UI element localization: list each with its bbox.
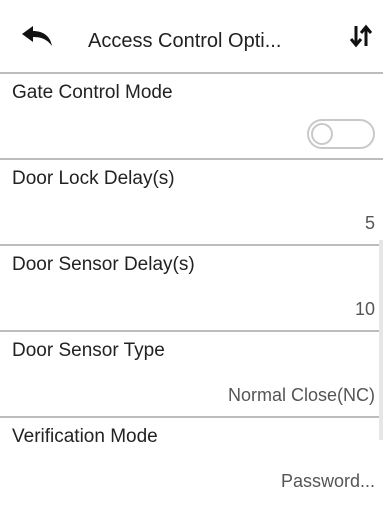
setting-label: Door Sensor Type	[12, 340, 165, 361]
toggle-knob	[311, 123, 333, 145]
page-title: Access Control Opti...	[88, 30, 282, 52]
setting-gate-control-mode[interactable]: Gate Control Mode	[0, 72, 383, 158]
settings-list: Gate Control Mode Door Lock Delay(s) 5 D…	[0, 72, 383, 502]
sort-arrows-icon[interactable]	[347, 22, 375, 50]
setting-value: 10	[354, 299, 375, 319]
setting-value: Password...	[280, 471, 375, 491]
gate-control-toggle[interactable]	[307, 119, 375, 149]
back-arrow-icon[interactable]	[20, 24, 54, 50]
setting-door-sensor-delay[interactable]: Door Sensor Delay(s) 10	[0, 244, 383, 330]
setting-value: Normal Close(NC)	[227, 385, 375, 405]
setting-label: Door Sensor Delay(s)	[12, 254, 195, 275]
setting-label: Door Lock Delay(s)	[12, 168, 175, 189]
setting-door-lock-delay[interactable]: Door Lock Delay(s) 5	[0, 158, 383, 244]
setting-label: Gate Control Mode	[12, 82, 173, 103]
header-bar: Access Control Opti...	[0, 0, 383, 72]
setting-verification-mode[interactable]: Verification Mode Password...	[0, 416, 383, 502]
setting-label: Verification Mode	[12, 426, 158, 447]
scrollbar[interactable]	[379, 240, 383, 440]
setting-door-sensor-type[interactable]: Door Sensor Type Normal Close(NC)	[0, 330, 383, 416]
setting-value: 5	[364, 213, 375, 233]
